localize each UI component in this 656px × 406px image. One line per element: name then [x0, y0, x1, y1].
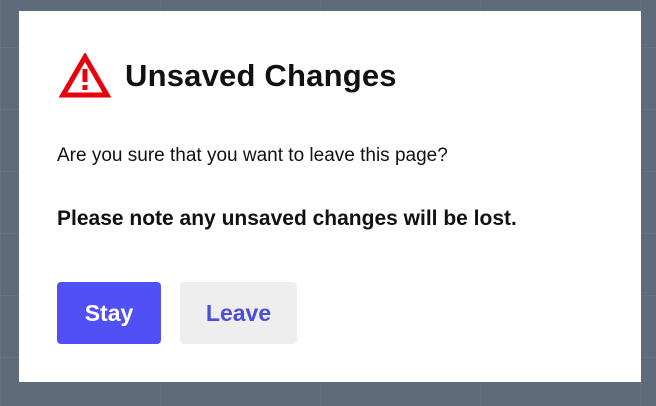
dialog-title: Unsaved Changes — [125, 58, 397, 93]
leave-button[interactable]: Leave — [180, 282, 297, 344]
dialog-header: Unsaved Changes — [58, 52, 397, 99]
dialog-warning-text: Please note any unsaved changes will be … — [57, 207, 517, 230]
dialog-message: Are you sure that you want to leave this… — [57, 145, 448, 166]
unsaved-changes-dialog: Unsaved Changes Are you sure that you wa… — [19, 11, 641, 382]
stay-button[interactable]: Stay — [57, 282, 161, 344]
warning-triangle-icon — [58, 52, 112, 99]
